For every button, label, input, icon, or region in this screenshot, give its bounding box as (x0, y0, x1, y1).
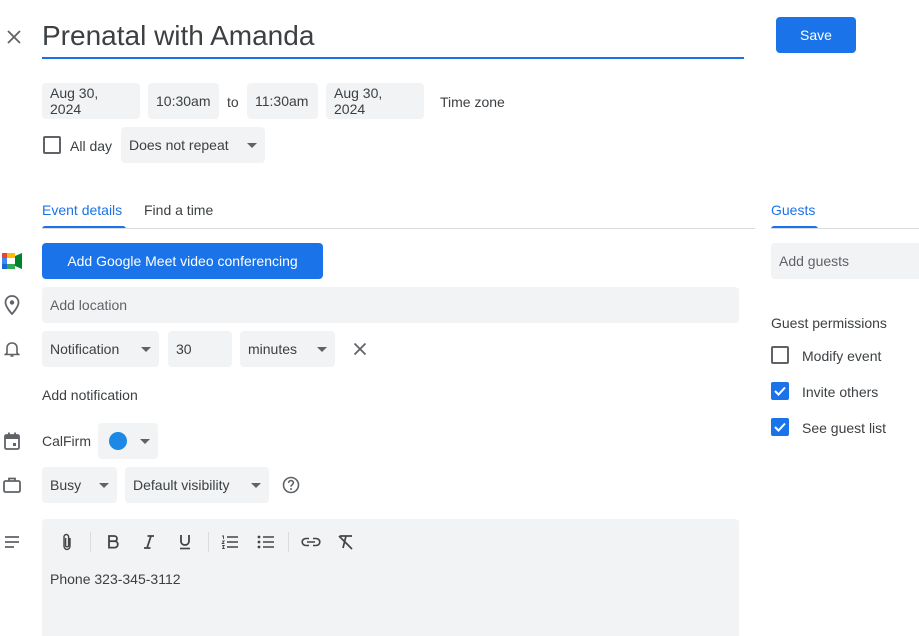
repeat-dropdown[interactable]: Does not repeat (121, 127, 265, 163)
chevron-down-icon (247, 142, 257, 148)
attachment-icon[interactable] (55, 530, 79, 554)
bulleted-list-icon[interactable] (254, 530, 278, 554)
link-icon[interactable] (299, 530, 323, 554)
add-meet-button[interactable]: Add Google Meet video conferencing (42, 243, 323, 279)
location-input[interactable]: Add location (42, 287, 739, 323)
all-day-checkbox[interactable] (43, 136, 61, 154)
google-meet-icon (2, 252, 22, 270)
notification-type-dropdown[interactable]: Notification (42, 331, 159, 367)
toolbar-separator (208, 532, 209, 552)
guests-tab-divider (771, 228, 919, 229)
notification-unit-value: minutes (248, 341, 298, 357)
visibility-value: Default visibility (133, 477, 230, 493)
invite-others-label: Invite others (802, 384, 879, 400)
description-icon (2, 532, 22, 552)
end-date-chip[interactable]: Aug 30, 2024 (326, 83, 424, 119)
start-time-chip[interactable]: 10:30am (148, 83, 219, 119)
chevron-down-icon (141, 346, 151, 352)
timezone-link[interactable]: Time zone (440, 94, 505, 110)
italic-icon[interactable] (137, 530, 161, 554)
start-date-chip[interactable]: Aug 30, 2024 (42, 83, 140, 119)
modify-event-checkbox[interactable] (771, 346, 789, 364)
bell-icon (2, 339, 22, 359)
chevron-down-icon (99, 482, 109, 488)
availability-value: Busy (50, 477, 82, 493)
location-placeholder: Add location (50, 297, 128, 313)
bold-icon[interactable] (101, 530, 125, 554)
event-title-input[interactable]: Prenatal with Amanda (42, 16, 744, 59)
end-time-chip[interactable]: 11:30am (247, 83, 318, 119)
remove-notification-icon[interactable] (350, 339, 370, 359)
notification-type-value: Notification (50, 341, 120, 357)
all-day-label: All day (70, 138, 113, 154)
description-editor[interactable]: Phone 323-345-3112 (42, 519, 739, 636)
chevron-down-icon (251, 482, 261, 488)
close-icon[interactable] (2, 25, 26, 49)
underline-icon[interactable] (173, 530, 197, 554)
location-pin-icon (2, 294, 22, 316)
calendar-name: CalFirm (42, 433, 91, 449)
toolbar-separator (288, 532, 289, 552)
briefcase-icon (2, 475, 22, 495)
tab-find-a-time[interactable]: Find a time (144, 202, 213, 218)
see-guest-list-label: See guest list (802, 420, 887, 436)
add-notification-link[interactable]: Add notification (42, 387, 138, 403)
tab-guests[interactable]: Guests (771, 202, 815, 218)
chevron-down-icon (140, 438, 150, 444)
numbered-list-icon[interactable] (218, 530, 242, 554)
chevron-down-icon (317, 346, 327, 352)
calendar-color-dropdown[interactable] (98, 423, 158, 459)
notification-amount-input[interactable]: 30 (168, 331, 232, 367)
invite-others-checkbox[interactable] (771, 382, 789, 400)
repeat-value: Does not repeat (129, 137, 229, 153)
clear-formatting-icon[interactable] (334, 530, 358, 554)
see-guest-list-checkbox[interactable] (771, 418, 789, 436)
toolbar-separator (90, 532, 91, 552)
description-text: Phone 323-345-3112 (50, 571, 181, 587)
add-guests-placeholder: Add guests (779, 253, 850, 269)
visibility-dropdown[interactable]: Default visibility (125, 467, 269, 503)
event-title-text: Prenatal with Amanda (42, 20, 315, 51)
guest-permissions-title: Guest permissions (771, 315, 887, 331)
tab-event-details[interactable]: Event details (42, 202, 122, 218)
notification-unit-dropdown[interactable]: minutes (240, 331, 335, 367)
calendar-icon (2, 431, 22, 451)
tabs-divider (42, 228, 755, 229)
modify-event-label: Modify event (802, 348, 882, 364)
save-button[interactable]: Save (776, 17, 856, 53)
availability-dropdown[interactable]: Busy (42, 467, 117, 503)
to-label: to (227, 94, 239, 110)
help-icon[interactable] (281, 475, 301, 495)
add-guests-input[interactable]: Add guests (771, 243, 919, 279)
calendar-color-swatch (109, 432, 127, 450)
